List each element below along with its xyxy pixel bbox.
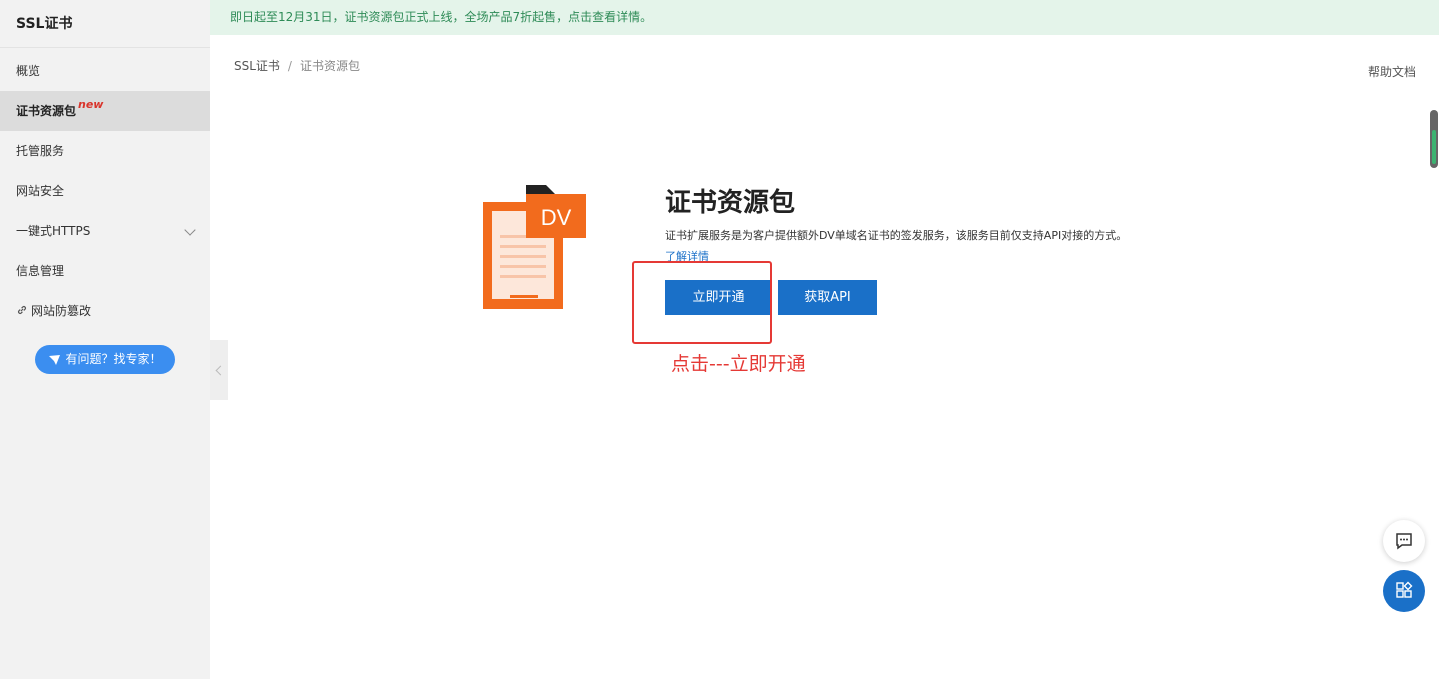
chat-icon <box>1396 533 1412 550</box>
sidebar-item-label: 网站防篡改 <box>31 304 92 318</box>
sidebar-item-tamper-protection[interactable]: 网站防篡改 <box>0 291 210 331</box>
sidebar-title: SSL证书 <box>0 0 210 48</box>
sidebar-item-hosting[interactable]: 托管服务 <box>0 131 210 171</box>
breadcrumb-root[interactable]: SSL证书 <box>234 59 280 73</box>
sidebar-item-one-click-https[interactable]: 一键式HTTPS <box>0 211 210 251</box>
sidebar-item-site-security[interactable]: 网站安全 <box>0 171 210 211</box>
breadcrumb-current: 证书资源包 <box>299 59 360 73</box>
annotation-text: 点击---立即开通 <box>671 353 806 375</box>
get-api-button[interactable]: 获取API <box>778 280 877 315</box>
apps-grid-icon <box>1396 581 1413 598</box>
sidebar-item-cert-package[interactable]: 证书资源包 new <box>0 91 210 131</box>
breadcrumb-separator: / <box>287 59 292 73</box>
sidebar-item-label: 信息管理 <box>16 264 65 278</box>
chevron-left-icon <box>215 365 226 376</box>
sidebar-item-label: 证书资源包 <box>16 104 77 118</box>
sidebar: SSL证书 概览 证书资源包 new 托管服务 网站安全 一键式HTTPS 信息管… <box>0 0 210 679</box>
chat-float-button[interactable] <box>1383 520 1425 562</box>
page-title: 证书资源包 <box>665 188 796 218</box>
breadcrumb: SSL证书 / 证书资源包 <box>234 57 360 74</box>
bird-icon <box>49 354 61 365</box>
scrollbar-thumb[interactable] <box>1432 130 1436 164</box>
cert-document-icon: DV <box>480 185 590 310</box>
sidebar-item-label: 网站安全 <box>16 184 65 198</box>
sidebar-item-label: 概览 <box>16 64 41 78</box>
sidebar-item-label: 一键式HTTPS <box>16 224 91 238</box>
new-badge: new <box>78 98 104 111</box>
sidebar-item-label: 托管服务 <box>16 144 65 158</box>
ask-expert-button[interactable]: 有问题？找专家！ <box>35 345 175 374</box>
highlight-box <box>632 261 772 344</box>
apps-float-button[interactable] <box>1383 570 1425 612</box>
sidebar-item-overview[interactable]: 概览 <box>0 51 210 91</box>
link-icon <box>16 292 28 332</box>
promo-banner[interactable]: 即日起至12月31日，证书资源包正式上线，全场产品7折起售，点击查看详情。 <box>210 0 1439 35</box>
ask-expert-label: 有问题？找专家！ <box>65 352 162 366</box>
product-description: 证书扩展服务是为客户提供额外DV单域名证书的签发服务，该服务目前仅支持API对接… <box>665 229 1128 242</box>
sidebar-item-info-management[interactable]: 信息管理 <box>0 251 210 291</box>
dv-badge-text: DV <box>541 205 572 230</box>
sidebar-collapse-handle[interactable] <box>210 340 228 400</box>
help-docs-link[interactable]: 帮助文档 <box>1368 63 1416 80</box>
chevron-down-icon <box>184 224 196 236</box>
